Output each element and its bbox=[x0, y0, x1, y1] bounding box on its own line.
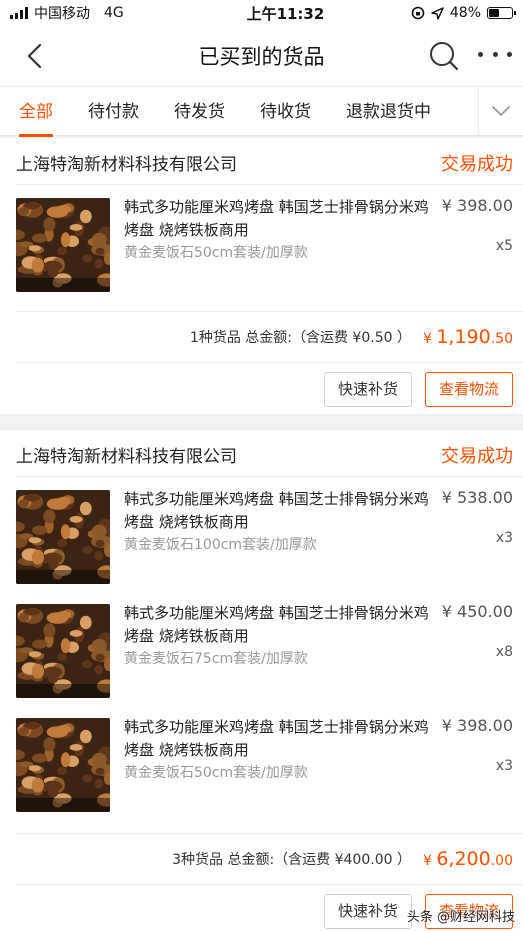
product-quantity: x3 bbox=[495, 530, 513, 546]
view-logistics-button[interactable]: 查看物流 bbox=[425, 372, 514, 407]
product-quantity: x3 bbox=[495, 758, 513, 774]
tab-pending-shipment[interactable]: 待发货 bbox=[174, 87, 225, 137]
product-price: ¥ 450.00 bbox=[441, 602, 513, 621]
product-price: ¥ 538.00 bbox=[441, 488, 513, 507]
status-bar: 中国移动 4G 上午11:32 48% bbox=[0, 0, 523, 26]
divider bbox=[16, 884, 523, 885]
chevron-left-icon[interactable] bbox=[22, 42, 50, 70]
tab-refund-return[interactable]: 退款退货中 bbox=[346, 87, 431, 137]
shop-name[interactable]: 上海特淘新材料科技有限公司 bbox=[16, 150, 237, 175]
nav-bar: 已买到的货品 bbox=[0, 26, 523, 86]
signal-icon bbox=[10, 7, 28, 19]
more-dots-icon[interactable] bbox=[478, 52, 512, 60]
product-quantity: x8 bbox=[495, 644, 513, 660]
summary-text: 1种货品 总金额:（含运费 ¥0.50 ） bbox=[189, 330, 411, 346]
product-image[interactable] bbox=[16, 604, 110, 698]
product-price: ¥ 398.00 bbox=[441, 196, 513, 215]
order-item[interactable]: 韩式多功能厘米鸡烤盘 韩国芝士排骨锅分米鸡烤盘 烧烤铁板商用 黄金麦饭石100c… bbox=[0, 476, 523, 590]
product-price: ¥ 398.00 bbox=[441, 716, 513, 735]
order-item[interactable]: 韩式多功能厘米鸡烤盘 韩国芝士排骨锅分米鸡烤盘 烧烤铁板商用 黄金麦饭石50cm… bbox=[0, 184, 523, 298]
product-quantity: x5 bbox=[495, 238, 513, 254]
total-amount: ¥ 6,200.00 bbox=[422, 848, 513, 870]
product-image[interactable] bbox=[16, 718, 110, 812]
quick-restock-button[interactable]: 快速补货 bbox=[324, 372, 413, 407]
divider bbox=[16, 362, 523, 363]
shop-name[interactable]: 上海特淘新材料科技有限公司 bbox=[16, 442, 237, 467]
order-summary: 1种货品 总金额:（含运费 ¥0.50 ） ¥ 1,190.50 bbox=[0, 312, 523, 362]
product-title: 韩式多功能厘米鸡烤盘 韩国芝士排骨锅分米鸡烤盘 烧烤铁板商用 bbox=[124, 718, 429, 759]
battery-percent: 48% bbox=[449, 5, 481, 21]
search-icon[interactable] bbox=[428, 40, 460, 72]
product-title: 韩式多功能厘米鸡烤盘 韩国芝士排骨锅分米鸡烤盘 烧烤铁板商用 bbox=[124, 490, 429, 531]
shop-row[interactable]: 上海特淘新材料科技有限公司 交易成功 bbox=[0, 430, 523, 476]
total-amount: ¥ 1,190.50 bbox=[422, 326, 513, 348]
order-item[interactable]: 韩式多功能厘米鸡烤盘 韩国芝士排骨锅分米鸡烤盘 烧烤铁板商用 黄金麦饭石50cm… bbox=[0, 704, 523, 818]
tab-all[interactable]: 全部 bbox=[19, 87, 53, 137]
product-spec: 黄金麦饭石50cm套装/加厚款 bbox=[124, 245, 308, 261]
product-image[interactable] bbox=[16, 490, 110, 584]
order-status: 交易成功 bbox=[441, 154, 513, 175]
product-title: 韩式多功能厘米鸡烤盘 韩国芝士排骨锅分米鸡烤盘 烧烤铁板商用 bbox=[124, 604, 429, 645]
product-spec: 黄金麦饭石50cm套装/加厚款 bbox=[124, 765, 308, 781]
order-tabs: 全部 待付款 待发货 待收货 退款退货中 bbox=[0, 86, 523, 137]
tab-dropdown-button[interactable] bbox=[478, 87, 523, 135]
tab-pending-payment[interactable]: 待付款 bbox=[88, 87, 139, 137]
order-summary: 3种货品 总金额:（含运费 ¥400.00 ） ¥ 6,200.00 bbox=[0, 834, 523, 884]
clock: 上午11:32 bbox=[246, 4, 325, 23]
summary-text: 3种货品 总金额:（含运费 ¥400.00 ） bbox=[172, 852, 411, 868]
quick-restock-button[interactable]: 快速补货 bbox=[324, 894, 413, 929]
order-card: 上海特淘新材料科技有限公司 交易成功 韩式多功能厘米鸡烤盘 韩国芝士排骨锅分米鸡… bbox=[0, 430, 523, 931]
network-type: 4G bbox=[104, 5, 124, 21]
battery-icon bbox=[487, 7, 516, 19]
product-spec: 黄金麦饭石100cm套装/加厚款 bbox=[124, 537, 317, 553]
orientation-lock-icon bbox=[411, 6, 425, 20]
location-arrow-icon bbox=[431, 6, 444, 20]
chevron-down-icon bbox=[492, 106, 510, 116]
watermark-text: 头条 @财经网科技 bbox=[406, 910, 515, 925]
order-status: 交易成功 bbox=[441, 446, 513, 467]
tab-pending-receipt[interactable]: 待收货 bbox=[260, 87, 311, 137]
product-image[interactable] bbox=[16, 198, 110, 292]
order-item[interactable]: 韩式多功能厘米鸡烤盘 韩国芝士排骨锅分米鸡烤盘 烧烤铁板商用 黄金麦饭石75cm… bbox=[0, 590, 523, 704]
action-buttons: 快速补货 查看物流 bbox=[0, 372, 523, 408]
shop-row[interactable]: 上海特淘新材料科技有限公司 交易成功 bbox=[0, 138, 523, 184]
order-card: 上海特淘新材料科技有限公司 交易成功 韩式多功能厘米鸡烤盘 韩国芝士排骨锅分米鸡… bbox=[0, 138, 523, 414]
product-spec: 黄金麦饭石75cm套装/加厚款 bbox=[124, 651, 308, 667]
carrier-name: 中国移动 bbox=[34, 6, 90, 22]
product-title: 韩式多功能厘米鸡烤盘 韩国芝士排骨锅分米鸡烤盘 烧烤铁板商用 bbox=[124, 198, 429, 239]
